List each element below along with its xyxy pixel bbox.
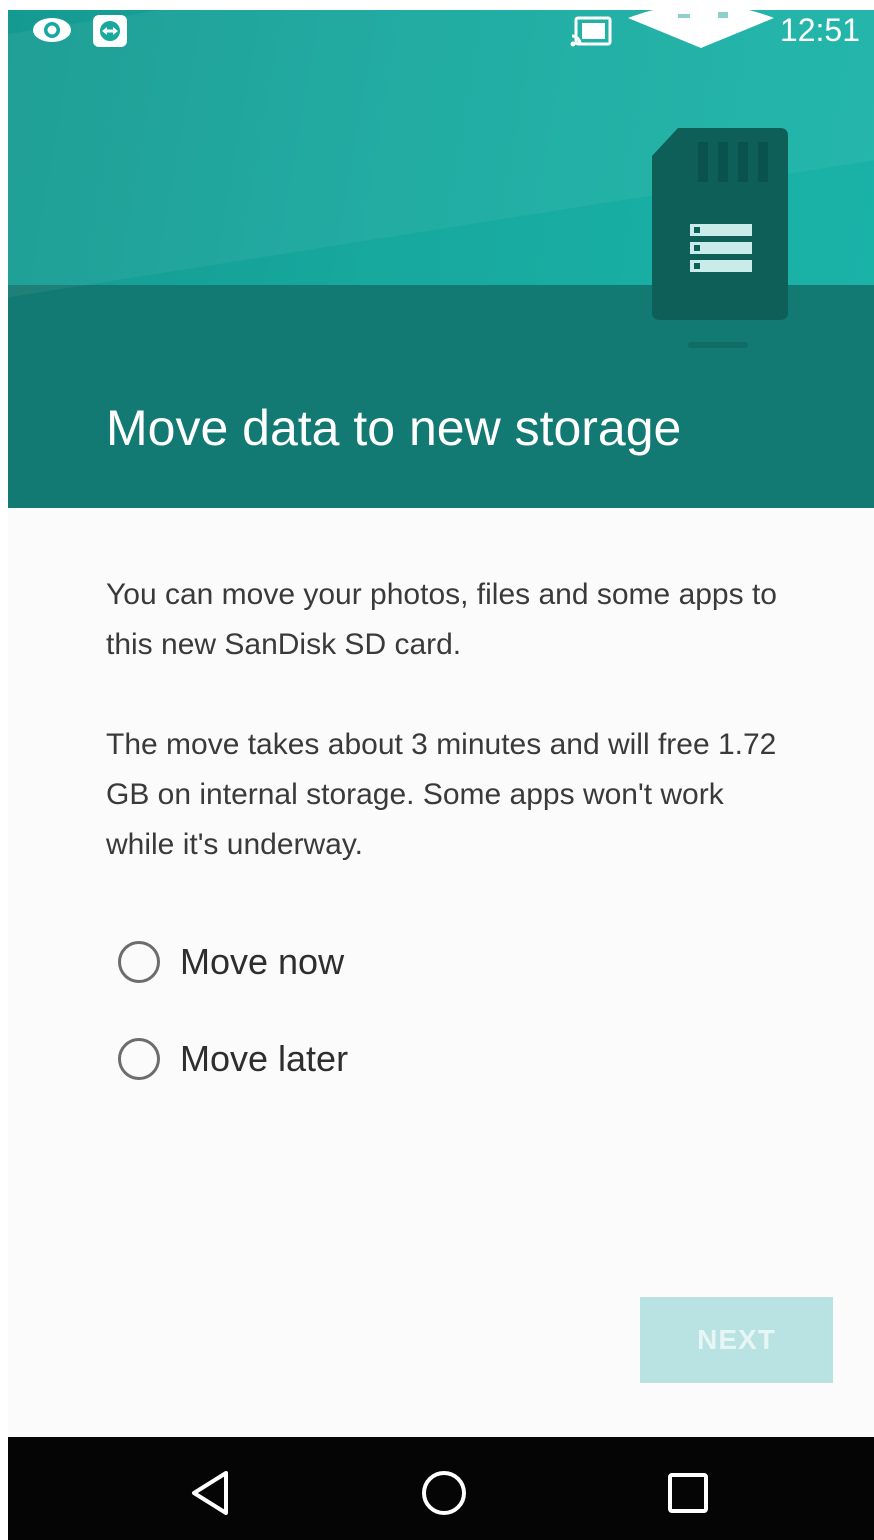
description-paragraph: You can move your photos, files and some… bbox=[106, 578, 777, 661]
home-icon bbox=[419, 1468, 469, 1523]
option-move-later[interactable]: Move later bbox=[118, 1029, 348, 1089]
screen: 12:51 Move data to new storage You can m… bbox=[8, 10, 874, 1540]
sd-card-icon bbox=[648, 128, 794, 363]
move-details-paragraph: The move takes about 3 minutes and will … bbox=[106, 728, 777, 861]
back-button[interactable] bbox=[180, 1465, 240, 1525]
radio-button-move-now[interactable] bbox=[118, 941, 160, 983]
back-icon bbox=[188, 1469, 232, 1522]
status-bar: 12:51 bbox=[8, 10, 874, 50]
recents-button[interactable] bbox=[658, 1465, 718, 1525]
option-label: Move now bbox=[180, 941, 345, 982]
next-button[interactable]: NEXT bbox=[640, 1297, 833, 1383]
option-move-now[interactable]: Move now bbox=[118, 932, 344, 992]
teamviewer-icon bbox=[92, 14, 128, 53]
status-time: 12:51 bbox=[779, 12, 860, 48]
wifi-icon bbox=[626, 10, 776, 53]
radio-button-move-later[interactable] bbox=[118, 1038, 160, 1080]
page-title: Move data to new storage bbox=[106, 400, 682, 456]
header: 12:51 Move data to new storage bbox=[8, 10, 874, 508]
eye-icon bbox=[30, 14, 74, 51]
option-label: Move later bbox=[180, 1038, 349, 1079]
home-button[interactable] bbox=[414, 1465, 474, 1525]
cast-icon bbox=[570, 14, 614, 53]
recents-icon bbox=[666, 1471, 710, 1520]
navigation-bar bbox=[8, 1437, 874, 1540]
